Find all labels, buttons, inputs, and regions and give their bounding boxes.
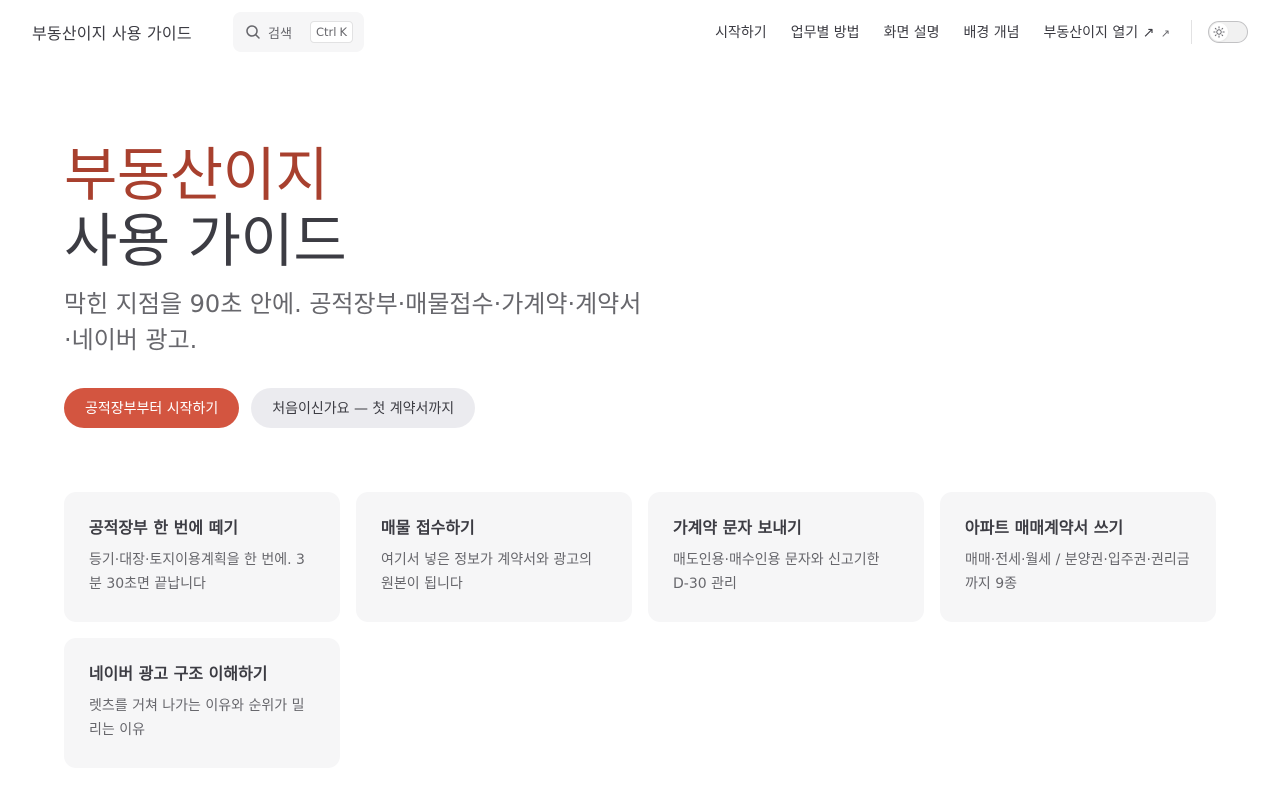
nav-link-concepts[interactable]: 배경 개념 <box>964 22 1020 42</box>
external-link-icon: ↗ <box>1160 27 1170 40</box>
feature-title: 아파트 매매계약서 쓰기 <box>965 518 1124 537</box>
feature-title: 공적장부 한 번에 떼기 <box>89 518 239 537</box>
nav-divider <box>1191 20 1192 44</box>
search-shortcut: Ctrl K <box>310 21 353 43</box>
hero: 부동산이지 사용 가이드 막힌 지점을 90초 안에. 공적장부·매물접수·가계… <box>64 142 684 358</box>
hero-name: 부동산이지 <box>64 141 329 209</box>
sun-icon <box>1213 26 1225 38</box>
theme-toggle[interactable] <box>1208 21 1248 43</box>
nav-link-open-app[interactable]: 부동산이지 열기 ↗ ↗ <box>1044 22 1170 42</box>
site-title[interactable]: 부동산이지 사용 가이드 <box>32 20 192 44</box>
search-button[interactable]: 검색 Ctrl K <box>233 12 364 52</box>
nav-link-guides[interactable]: 업무별 방법 <box>791 22 860 42</box>
hero-actions: 공적장부부터 시작하기 처음이신가요 — 첫 계약서까지 <box>64 388 476 428</box>
top-nav: 부동산이지 사용 가이드 검색 Ctrl K 시작하기 업무별 방법 화면 설명… <box>0 0 1280 64</box>
feature-title: 가계약 문자 보내기 <box>673 518 802 537</box>
feature-details: 매매·전세·월세 / 분양권·입주권·권리금까지 9종 <box>965 552 1190 592</box>
hero-heading: 부동산이지 사용 가이드 <box>64 142 684 274</box>
feature-card-apartment-contract[interactable]: 아파트 매매계약서 쓰기 매매·전세·월세 / 분양권·입주권·권리금까지 9종 <box>940 492 1216 622</box>
feature-card-provisional-sms[interactable]: 가계약 문자 보내기 매도인용·매수인용 문자와 신고기한 D-30 관리 <box>648 492 924 622</box>
hero-tagline: 막힌 지점을 90초 안에. 공적장부·매물접수·가계약·계약서·네이버 광고. <box>64 290 642 354</box>
nav-link-getting-started[interactable]: 시작하기 <box>715 22 767 42</box>
search-icon <box>245 24 261 40</box>
hero-text: 사용 가이드 <box>64 207 347 275</box>
feature-details: 여기서 넣은 정보가 계약서와 광고의 원본이 됩니다 <box>381 552 592 592</box>
feature-card-listing-intake[interactable]: 매물 접수하기 여기서 넣은 정보가 계약서와 광고의 원본이 됩니다 <box>356 492 632 622</box>
search-placeholder: 검색 <box>268 26 292 42</box>
feature-card-public-records[interactable]: 공적장부 한 번에 떼기 등기·대장·토지이용계획을 한 번에. 3분 30초면… <box>64 492 340 622</box>
feature-details: 등기·대장·토지이용계획을 한 번에. 3분 30초면 끝납니다 <box>89 552 305 592</box>
feature-details: 매도인용·매수인용 문자와 신고기한 D-30 관리 <box>673 552 880 592</box>
toggle-knob <box>1210 23 1228 41</box>
feature-card-naver-ads[interactable]: 네이버 광고 구조 이해하기 렛츠를 거쳐 나가는 이유와 순위가 밀리는 이유 <box>64 638 340 768</box>
nav-link-open-app-label: 부동산이지 열기 ↗ <box>1043 25 1155 41</box>
first-contract-button[interactable]: 처음이신가요 — 첫 계약서까지 <box>251 388 476 428</box>
nav-links: 시작하기 업무별 방법 화면 설명 배경 개념 부동산이지 열기 ↗ ↗ <box>715 0 1170 64</box>
nav-link-screens[interactable]: 화면 설명 <box>884 22 940 42</box>
feature-grid: 공적장부 한 번에 떼기 등기·대장·토지이용계획을 한 번에. 3분 30초면… <box>64 492 1216 768</box>
start-public-records-button[interactable]: 공적장부부터 시작하기 <box>64 388 240 428</box>
feature-title: 네이버 광고 구조 이해하기 <box>89 664 268 683</box>
shortcut-mod: Ctrl <box>315 25 337 39</box>
shortcut-key: K <box>339 25 347 39</box>
feature-details: 렛츠를 거쳐 나가는 이유와 순위가 밀리는 이유 <box>89 698 305 738</box>
feature-title: 매물 접수하기 <box>381 518 475 537</box>
